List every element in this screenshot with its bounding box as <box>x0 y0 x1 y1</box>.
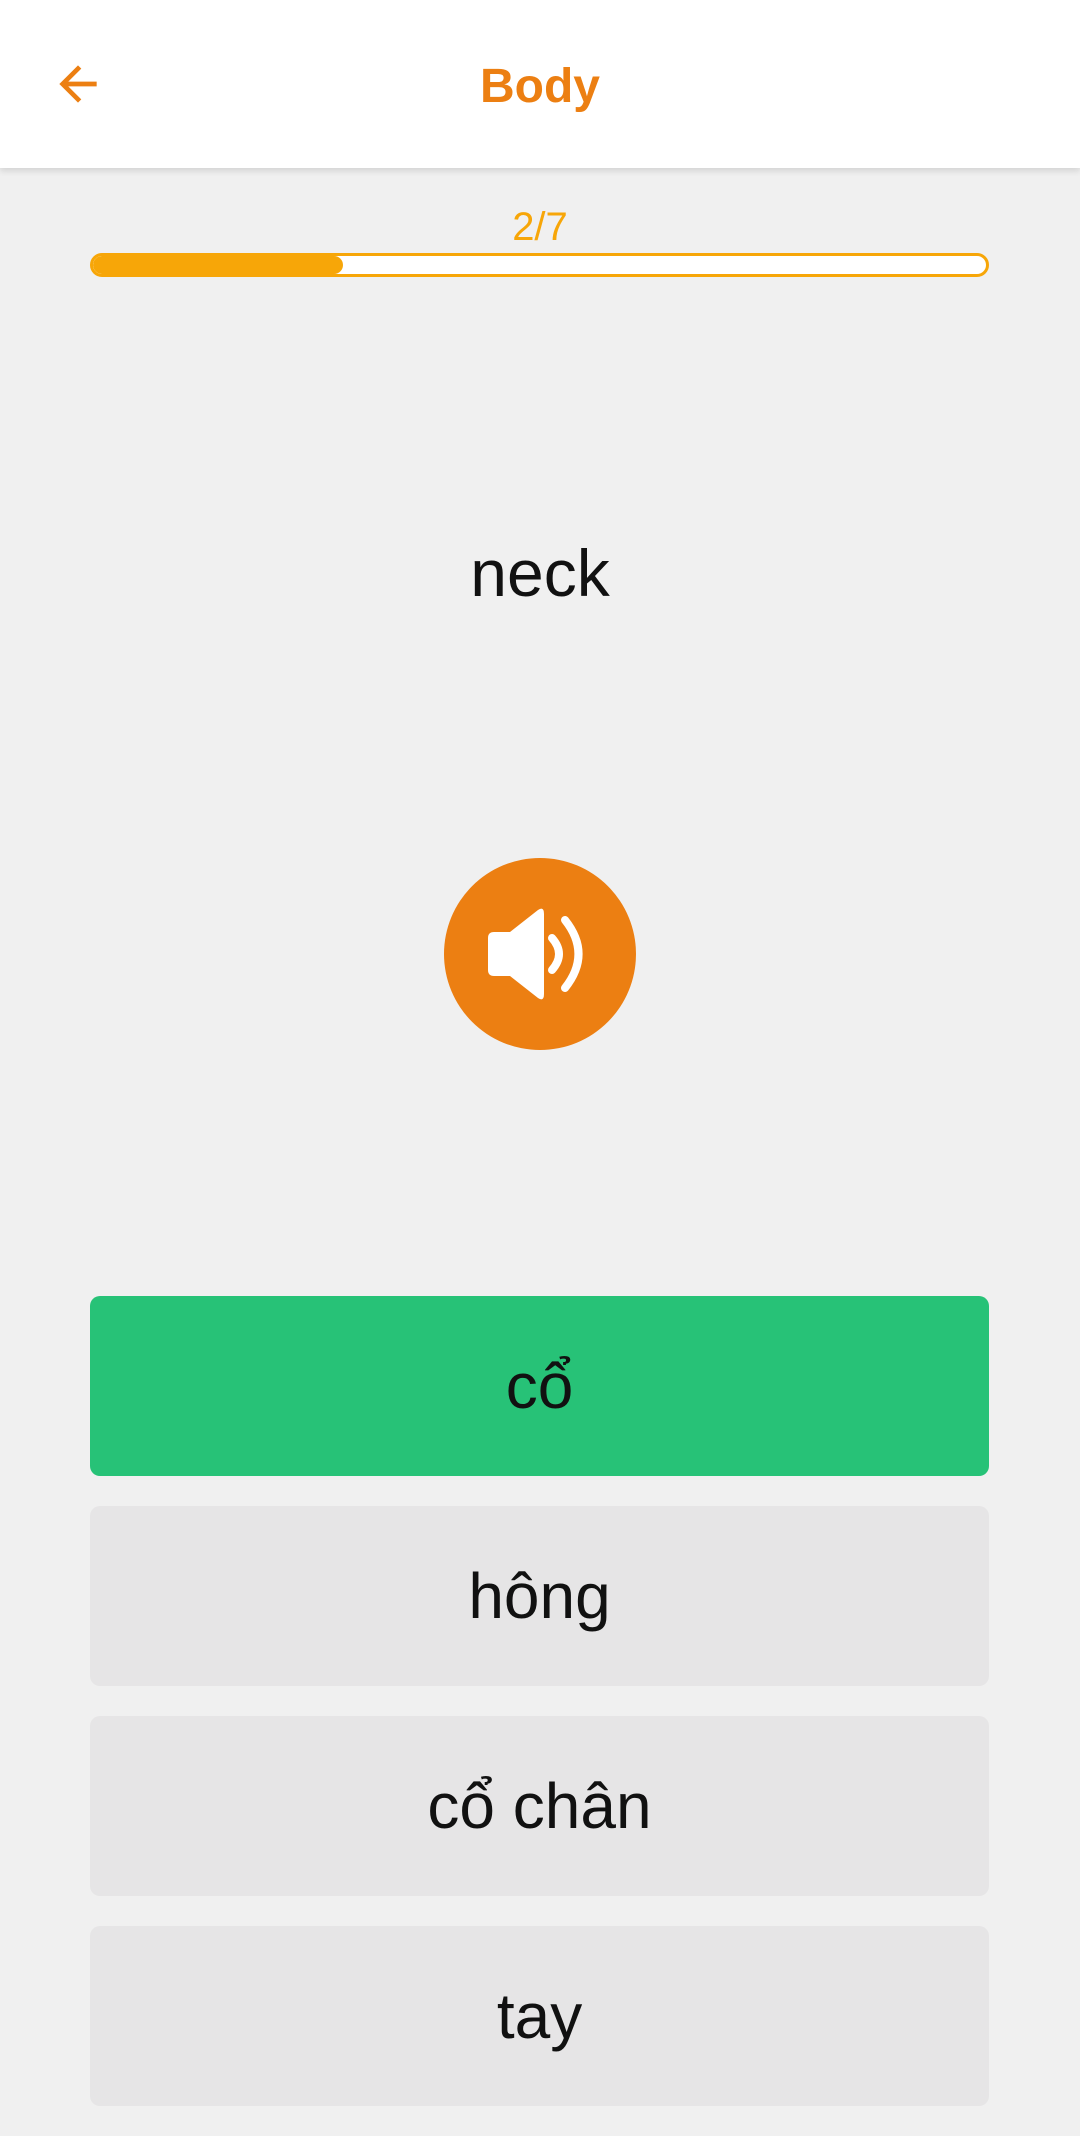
answer-option-4[interactable]: tay <box>90 1926 989 2106</box>
top-app-bar: Body <box>0 0 1080 168</box>
progress-bar-fill <box>93 256 344 274</box>
play-audio-button[interactable] <box>444 858 636 1050</box>
answer-option-1[interactable]: cổ <box>90 1296 989 1476</box>
speaker-icon <box>488 908 583 1000</box>
question-word: neck <box>470 536 610 610</box>
answer-option-2[interactable]: hông <box>90 1506 989 1686</box>
progress-counter: 2/7 <box>512 205 568 249</box>
answer-option-3[interactable]: cổ chân <box>90 1716 989 1896</box>
page-title: Body <box>480 60 600 113</box>
progress-bar <box>90 253 989 277</box>
